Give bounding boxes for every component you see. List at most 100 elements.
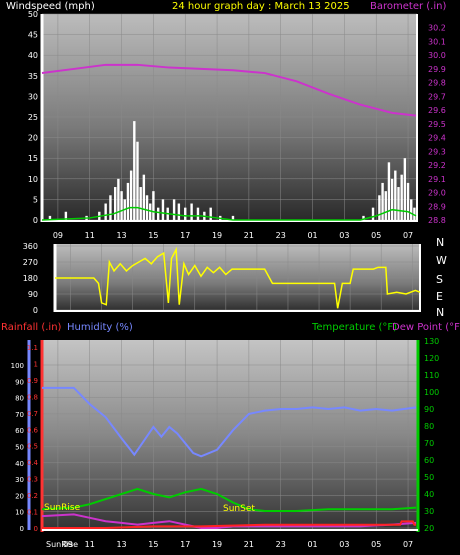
- rainfall-tick-label: 0.4: [27, 459, 39, 467]
- wind-gust-bar: [378, 195, 381, 220]
- time-label: 19: [212, 231, 222, 240]
- barometer-tick-label: 30.1: [428, 37, 446, 46]
- time-label: 13: [116, 540, 126, 549]
- wind-gust-bar: [371, 207, 375, 220]
- rainfall-tick-label: 0.3: [27, 476, 38, 484]
- wind-gust-bar: [184, 207, 187, 220]
- wind-tick-label: 35: [28, 72, 38, 81]
- barometer-tick-label: 29.8: [428, 79, 446, 88]
- wind-tick-label: 20: [28, 134, 38, 143]
- temperature-tick-label: 40: [424, 490, 434, 499]
- wind-tick-label: 10: [28, 175, 38, 184]
- humidity-tick-label: 100: [11, 362, 24, 370]
- humidity-tick-label: 30: [15, 476, 24, 484]
- wind-gust-bar: [129, 170, 133, 220]
- wind-gust-bar: [117, 178, 120, 220]
- wind-tick-label: 15: [28, 154, 38, 163]
- rainfall-tick-label: 0.1: [27, 509, 38, 517]
- direction-tick-label: 90: [28, 290, 38, 299]
- humidity-tick-label: 60: [15, 427, 24, 435]
- rainfall-tick-label: 0.2: [27, 492, 38, 500]
- wind-gust-bar: [209, 207, 212, 220]
- wind-gust-bar: [104, 203, 107, 220]
- time-axis-labels-top: 09 11 13 15 17 19 21 23 01 03 05 07: [53, 231, 413, 240]
- barometer-tick-label: 29.9: [428, 65, 446, 74]
- direction-tick-label: 360: [23, 242, 38, 251]
- compass-label: N: [436, 236, 444, 249]
- wind-gust-bar: [142, 174, 146, 220]
- wind-gust-bar: [156, 207, 160, 220]
- rainfall-tick-label: 0.7: [27, 410, 38, 418]
- barometer-tick-label: 28.8: [428, 216, 446, 225]
- time-label: 15: [148, 231, 158, 240]
- time-label: 05: [371, 231, 381, 240]
- humidity-tick-label: 20: [15, 492, 24, 500]
- humidity-tick-label: 80: [15, 395, 24, 403]
- sunset-marker-label: SunSet: [223, 504, 255, 514]
- time-label: 01: [307, 540, 317, 549]
- time-label: 13: [116, 231, 126, 240]
- compass-label: E: [436, 290, 443, 303]
- humidity-y-ticks: 0 10 20 30 40 50 60 70 80 90 100: [11, 362, 24, 533]
- rainfall-tick-label: 0.8: [27, 393, 38, 401]
- humidity-tick-label: 70: [15, 411, 24, 419]
- temperature-tick-label: 100: [424, 388, 439, 397]
- barometer-tick-label: 29.0: [428, 189, 446, 198]
- wind-gust-bar: [196, 207, 200, 220]
- wind-gust-bar: [114, 187, 117, 220]
- wind-tick-label: 30: [28, 92, 38, 101]
- barometer-tick-label: 29.6: [428, 106, 446, 115]
- wind-gust-bar: [120, 191, 123, 220]
- wind-gust-bar: [410, 199, 413, 220]
- humidity-tick-label: 50: [15, 444, 24, 452]
- temperature-tick-label: 120: [424, 354, 439, 363]
- humidity-tick-label: 10: [15, 509, 24, 517]
- direction-tick-label: 0: [33, 306, 38, 315]
- wind-tick-label: 0: [33, 216, 38, 225]
- rainfall-tick-label: 0.5: [27, 443, 38, 451]
- direction-tick-label: 270: [23, 258, 38, 267]
- temperature-axis-title: Temperature (°F): [311, 322, 397, 333]
- humidity-tick-label: 90: [15, 378, 24, 386]
- wind-gust-bar: [126, 182, 130, 220]
- temperature-tick-label: 90: [424, 405, 434, 414]
- temperature-tick-label: 60: [424, 456, 434, 465]
- humidity-axis-title: Humidity (%): [67, 322, 133, 333]
- temperature-tick-label: 130: [424, 337, 439, 346]
- time-label: 17: [180, 540, 190, 549]
- wind-gust-bar: [152, 191, 155, 220]
- time-label: 01: [307, 231, 317, 240]
- compass-label: W: [436, 254, 447, 267]
- sunrise-marker-label: SunRise: [44, 503, 81, 513]
- wind-y-ticks: 0 5 10 15 20 25 30 35 40 45 50: [28, 10, 38, 225]
- rainfall-tick-label: 1.1: [27, 344, 38, 352]
- time-label: 23: [276, 540, 286, 549]
- compass-labels: NWSEN: [436, 236, 447, 319]
- temperature-tick-label: 30: [424, 507, 434, 516]
- time-label: 23: [276, 231, 286, 240]
- rainfall-tick-label: 1: [34, 360, 38, 368]
- barometer-tick-label: 29.7: [428, 92, 446, 101]
- wind-tick-label: 40: [28, 51, 38, 60]
- time-label: 11: [85, 540, 95, 549]
- wind-gust-bar: [172, 199, 176, 220]
- time-label: 19: [212, 540, 222, 549]
- time-label: 17: [180, 231, 190, 240]
- wind-tick-label: 45: [28, 31, 38, 40]
- barometer-tick-label: 30.2: [428, 24, 446, 33]
- humidity-tick-label: 0: [20, 525, 24, 533]
- wind-gust-bar: [139, 187, 142, 220]
- time-label: 15: [148, 540, 158, 549]
- compass-label: S: [436, 273, 443, 286]
- time-label: 07: [403, 540, 413, 549]
- compass-label: N: [436, 306, 444, 319]
- wind-tick-label: 50: [28, 10, 38, 19]
- wind-gust-bar: [390, 178, 394, 220]
- wind-gust-bar: [145, 195, 149, 220]
- time-label: 05: [371, 540, 381, 549]
- wind-gust-bar: [384, 191, 387, 220]
- barometer-tick-label: 30.0: [428, 51, 446, 60]
- time-label: 11: [85, 231, 95, 240]
- time-label: 21: [244, 231, 254, 240]
- time-label: 03: [339, 540, 349, 549]
